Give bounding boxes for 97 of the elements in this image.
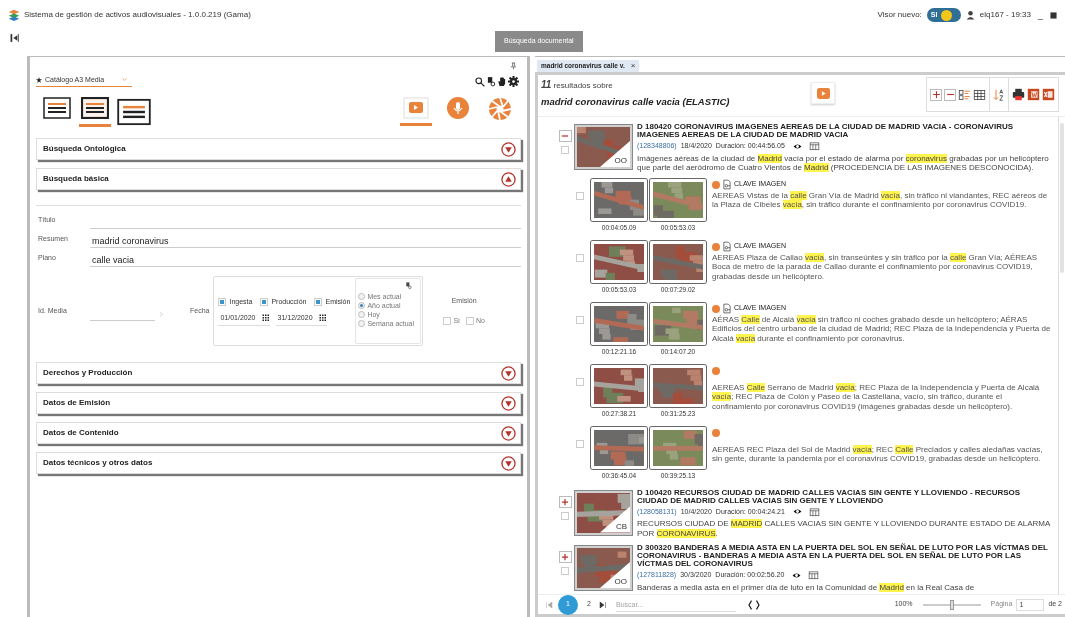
- caret-icon: [121, 77, 129, 83]
- checkbox[interactable]: [576, 439, 584, 448]
- plus-icon: [560, 496, 570, 507]
- description-text: RECURSOS CIUDAD DE MADRID CALLES VACIAS SIN GENTE Y LLOVIENDO DURANTE ESTADO DE ALARMA POR CORONAVIRUS.: [637, 519, 1051, 538]
- radio-button[interactable]: [358, 311, 366, 318]
- expand-all-button[interactable]: [930, 88, 942, 101]
- hand-icon[interactable]: [497, 76, 507, 87]
- eraser-icon[interactable]: [405, 281, 413, 290]
- results-count: 11 resultados sobre: [541, 78, 614, 92]
- scrollbar[interactable]: [1058, 117, 1065, 594]
- print-icon[interactable]: [1012, 88, 1025, 101]
- result-title[interactable]: D 100420 RECURSOS CIUDAD DE MADRID CALLES VACIAS SIN GENTE Y LLOVIENDO - RECURSOS CIUDAD DE MADRID CALLES VACIAS SIN GENTE Y LLOVIENDO: [637, 488, 1052, 505]
- film-strip-icon[interactable]: [807, 506, 821, 517]
- layout-tab[interactable]: [79, 97, 111, 127]
- text-field[interactable]: madrid coronavirus: [90, 234, 521, 248]
- media-tag: OO: [614, 156, 627, 165]
- microphone-icon: [447, 97, 469, 119]
- expand-icon: [501, 455, 516, 471]
- window-title: Sistema de gestión de activos audiovisuales - 1.0.0.219 (Gama): [24, 9, 251, 21]
- expand-button[interactable]: [558, 551, 572, 563]
- calendar-icon[interactable]: [261, 314, 270, 323]
- radio-button[interactable]: [358, 302, 366, 309]
- accordion-header[interactable]: Derechos y Producción: [36, 362, 521, 384]
- user-icon: [965, 10, 975, 20]
- eraser-icon[interactable]: [486, 76, 496, 87]
- film-strip-icon[interactable]: [807, 570, 821, 581]
- accordion-header[interactable]: Datos técnicos y otros datos: [36, 452, 521, 474]
- checkbox[interactable]: [466, 316, 474, 325]
- text-field[interactable]: calle vacia: [90, 253, 521, 267]
- checkbox[interactable]: [260, 297, 269, 306]
- calendar-icon[interactable]: [318, 314, 327, 323]
- checkbox[interactable]: [576, 377, 584, 386]
- star-icon: [36, 76, 42, 83]
- accordion-header[interactable]: Datos de Contenido: [36, 422, 521, 444]
- accordion-header[interactable]: Datos de Emisión: [36, 392, 521, 414]
- camera-aperture-icon: [488, 97, 512, 121]
- layout-icon: [117, 97, 151, 127]
- plus-icon: [931, 90, 941, 99]
- media-tag: OO: [614, 577, 627, 586]
- collapse-button[interactable]: [558, 130, 572, 142]
- play-icon: [816, 87, 830, 99]
- close-tab-button[interactable]: ×: [630, 62, 636, 70]
- description-text: AEREAS Vistas de la calle Gran Vía de Madrid vacía, sin tráfico ni viandantes, REC aéreos de la Plaza de Cibeles vacía, sin tráfico durante el confinamiento por coronavirus COVID19.: [712, 190, 1049, 210]
- video-button[interactable]: [811, 82, 835, 104]
- checkbox[interactable]: [314, 297, 323, 306]
- keyframe-icon[interactable]: [722, 179, 732, 190]
- layout-icon: [43, 97, 71, 119]
- expand-button[interactable]: [558, 495, 572, 508]
- description-text: Banderas a media asta en el primer día de luto en la Comunidad de Madrid en la Real Casa de: [637, 582, 976, 592]
- table-icon[interactable]: [973, 88, 986, 101]
- expand-icon: [501, 141, 516, 157]
- zoom-slider-thumb[interactable]: [949, 599, 954, 610]
- checkbox[interactable]: [576, 191, 584, 200]
- sidebar-toggle-icon[interactable]: [10, 33, 19, 43]
- film-strip-icon[interactable]: [807, 141, 821, 152]
- sort-icon[interactable]: [993, 87, 1005, 102]
- keyframe-icon[interactable]: [722, 241, 732, 252]
- word-export-icon[interactable]: [1027, 88, 1040, 101]
- plus-icon: [560, 552, 570, 562]
- description-text: AEREAS Calle Serrano de Madrid vacía; REC Plaza de la Independencia y Puerta de Alcalá vacía; REC Plaza de Colón y Paseo de la Castellana, vacío, sin tráfico, durante el confinamiento por coronavirus COVID19 (imágenes grabadas desde un helicóptero).: [712, 382, 1041, 411]
- layout-icon: [81, 97, 109, 119]
- checklist-icon[interactable]: [958, 88, 971, 101]
- media-tag: CB: [615, 521, 627, 531]
- checkbox[interactable]: [561, 146, 569, 154]
- settings-icon[interactable]: [508, 76, 519, 87]
- app-logo-icon: [8, 8, 20, 22]
- checkbox[interactable]: [576, 315, 584, 324]
- accordion-header[interactable]: Búsqueda básica: [36, 168, 521, 190]
- media-type-tab[interactable]: [400, 97, 432, 126]
- keyframe-icon[interactable]: [722, 303, 732, 314]
- expand-icon: [501, 425, 516, 441]
- expand-icon: [501, 365, 516, 381]
- search-icon[interactable]: [475, 76, 485, 87]
- checkbox[interactable]: [561, 511, 569, 520]
- checkbox[interactable]: [576, 253, 584, 262]
- minimize-button[interactable]: _: [1036, 10, 1045, 20]
- spreadsheet-export-icon[interactable]: [1042, 88, 1055, 101]
- video-icon: [403, 97, 429, 119]
- result-title[interactable]: D 180420 CORONAVIRUS IMAGENES AEREAS DE LA CIUDAD DE MADRID VACIA - CORONAVIRUS IMAGENES AEREAS DE LA CIUDAD DE MADRID VACIA: [637, 123, 1052, 139]
- description-text: Imágenes aéreas de la ciudad de Madrid vacía por el estado de alarma por coronavirus grabadas por un helicóptero que parte del aeródromo de Cuatro Vientos de Madrid (PROCEDENCIA DE LAS IMAGENES DESCONOCIDA).: [637, 153, 1050, 173]
- checkbox[interactable]: [443, 316, 452, 325]
- collapse-all-button[interactable]: [944, 88, 956, 101]
- maximize-icon[interactable]: [1050, 11, 1057, 19]
- expand-icon: [501, 395, 516, 411]
- radio-button[interactable]: [358, 320, 366, 327]
- accordion-header[interactable]: Búsqueda Ontológica: [36, 138, 521, 160]
- user-time: elq167 - 19:33: [979, 9, 1031, 21]
- result-title[interactable]: D 300320 BANDERAS A MEDIA ASTA EN LA PUERTA DEL SOL EN SEÑAL DE LUTO POR LAS VÍCTMAS DEL CORONAVIRUS - BANDERAS A MEDIA ASTA EN LA PUERTA DEL SOL EN SEÑAL DE LUTO POR LAS VÍCTMAS DEL CORONAVIRUS: [637, 544, 1052, 568]
- pin-icon[interactable]: [510, 61, 517, 71]
- checkbox[interactable]: [561, 567, 569, 575]
- checkbox[interactable]: [218, 297, 227, 306]
- search-query: madrid coronavirus calle vacia (ELASTIC): [541, 95, 731, 109]
- last-page-icon[interactable]: [598, 600, 608, 609]
- collapse-icon: [501, 171, 516, 187]
- viewer-label: Visor nuevo:: [877, 9, 922, 21]
- first-page-icon[interactable]: [544, 600, 554, 609]
- radio-button[interactable]: [358, 293, 366, 300]
